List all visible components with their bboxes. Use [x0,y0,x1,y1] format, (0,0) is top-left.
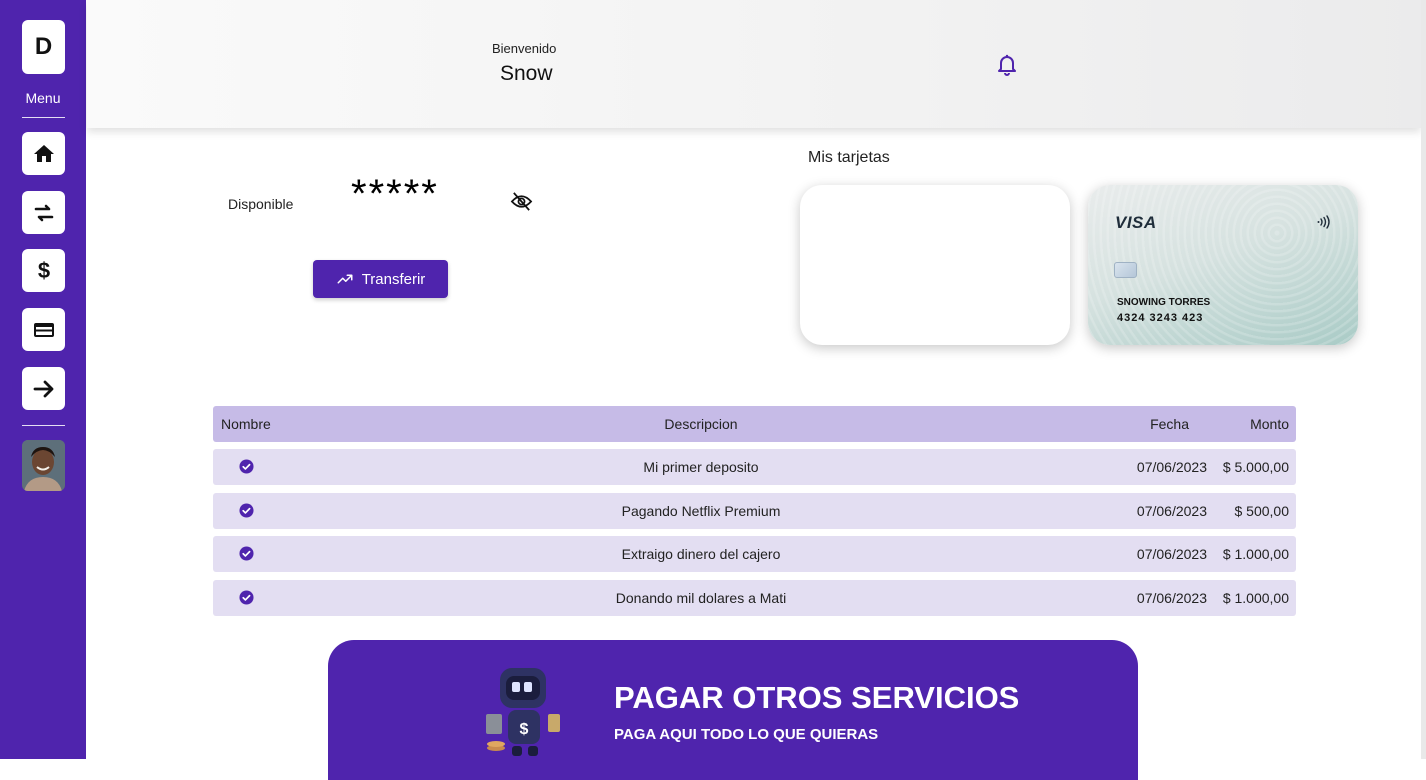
column-description: Descripcion [664,416,738,432]
pay-services-banner[interactable]: $ PAGAR OTROS SERVICIOS PAGA AQUI TODO L… [328,640,1138,780]
nav-home-button[interactable] [22,132,65,175]
row-amount: $ 1.000,00 [1222,546,1289,562]
nav-logout-button[interactable] [22,367,65,410]
row-amount: $ 5.000,00 [1222,459,1289,475]
row-date: 07/06/2023 [1136,546,1207,562]
sidebar: D Menu $ [0,0,86,759]
sidebar-divider [22,117,65,118]
row-description: Donando mil dolares a Mati [615,589,787,606]
row-date: 07/06/2023 [1136,589,1207,606]
transfer-button-label: Transferir [361,270,426,288]
table-header: Nombre Descripcion Fecha Monto [213,406,1296,442]
card-chip [1114,262,1137,278]
row-description: Pagando Netflix Premium [621,502,781,519]
robot-illustration: $ [486,668,560,756]
table-row[interactable]: Pagando Netflix Premium 07/06/2023 $ 500… [213,492,1296,529]
nav-cards-button[interactable] [22,308,65,351]
welcome-text: Bienvenido [492,41,557,56]
transactions-table: Nombre Descripcion Fecha Monto Mi primer… [213,406,1296,616]
username: Snow [500,62,553,85]
row-description: Mi primer deposito [643,459,759,475]
column-name: Nombre [221,416,271,432]
row-amount: $ 500,00 [1234,502,1290,519]
table-row[interactable]: Mi primer deposito 07/06/2023 $ 5.000,00 [213,449,1296,485]
available-label: Disponible [228,196,294,212]
nav-money-button[interactable]: $ [22,249,65,292]
row-description: Extraigo dinero del cajero [621,546,781,562]
check-circle-icon [239,502,254,518]
table-row[interactable]: Donando mil dolares a Mati 07/06/2023 $ … [213,579,1296,616]
row-date: 07/06/2023 [1136,459,1207,475]
column-amount: Monto [1250,416,1289,432]
nav-transfers-button[interactable] [22,191,65,234]
credit-card-icon [33,322,54,337]
visa-logo: VISA [1115,213,1157,232]
menu-label: Menu [25,90,61,106]
avatar[interactable] [22,440,65,491]
dollar-icon: $ [37,259,49,283]
transfer-button[interactable]: Transferir [313,260,448,298]
check-circle-icon [239,589,254,605]
sidebar-divider [22,425,65,426]
svg-text:$: $ [37,259,49,283]
blank-card[interactable] [800,185,1070,345]
check-circle-icon [239,546,254,561]
svg-text:$: $ [520,721,529,738]
promo-subtitle: PAGA AQUI TODO LO QUE QUIERAS [614,726,879,743]
swap-icon [34,204,53,221]
home-icon [33,144,54,162]
card-number: 4324 3243 423 [1117,312,1204,324]
scrollbar[interactable] [1421,0,1426,759]
check-circle-icon [239,459,254,474]
card-holder-name: SNOWING TORRES [1117,297,1211,308]
trending-up-icon [337,274,353,284]
eye-off-icon[interactable] [510,190,533,213]
row-amount: $ 1.000,00 [1222,589,1289,606]
row-date: 07/06/2023 [1136,502,1207,519]
visa-card[interactable]: VISA SNOWING TORRES 4324 3243 423 [1088,185,1358,345]
app-logo[interactable]: D [22,20,65,74]
my-cards-title: Mis tarjetas [808,149,890,166]
contactless-icon [1317,215,1330,229]
user-photo [22,440,65,491]
table-row[interactable]: Extraigo dinero del cajero 07/06/2023 $ … [213,536,1296,572]
promo-title: PAGAR OTROS SERVICIOS [614,680,1020,715]
balance-hidden-value: ***** [351,172,439,216]
arrow-right-icon [33,380,53,397]
column-date: Fecha [1150,416,1189,432]
notification-bell-icon[interactable] [995,52,1019,76]
top-header [87,0,1421,128]
